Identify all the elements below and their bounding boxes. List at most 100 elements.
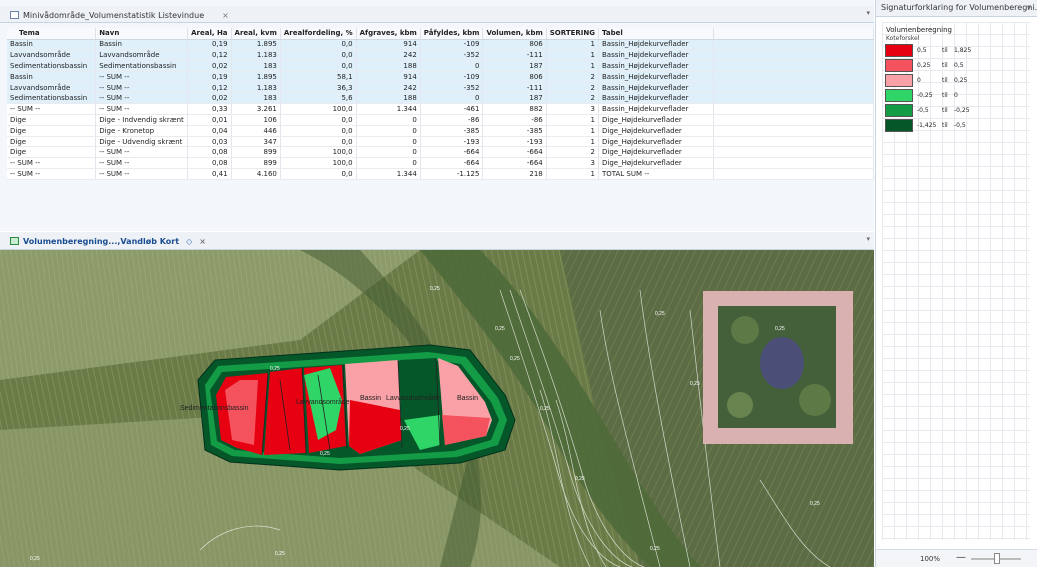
tab-map[interactable]: Volumenberegning...,Vandløb Kort ◇ × <box>4 234 212 248</box>
column-header-filler <box>713 28 875 40</box>
chevron-down-icon[interactable]: ▾ <box>866 235 870 243</box>
table-row[interactable]: Lavvandsområde Lavvandsområde 0,12 1.183 0,0… <box>7 49 875 62</box>
label-bassin-1: Bassin <box>360 395 381 402</box>
table-cell: 806 <box>482 39 547 51</box>
close-icon[interactable]: × <box>199 237 206 246</box>
column-header[interactable]: Afgraves, kbm <box>356 28 421 40</box>
table-row[interactable]: Lavvandsområde -- SUM -- 0,12 1.183 36,3 242-… <box>7 82 875 94</box>
table-cell: 4.160 <box>231 168 281 180</box>
table-cell: Bassin_Højdekurveflader <box>598 49 714 62</box>
column-header[interactable]: Påfyldes, kbm <box>420 28 484 40</box>
table-cell: 0 <box>420 60 484 72</box>
table-cell: -- SUM -- <box>95 168 189 180</box>
legend-to-value: 0,5 <box>954 62 964 69</box>
map-tab-title: Volumenberegning...,Vandløb Kort <box>23 236 180 246</box>
table-cell: 914 <box>356 71 421 83</box>
table-row[interactable]: Dige Dige - Udvendig skrænt 0,03 347 0,0 0 -19… <box>7 136 875 148</box>
statistics-table: Tema Navn Areal, Ha Areal, kvm Arealfordelin… <box>7 28 875 180</box>
table-cell: Bassin <box>7 39 97 51</box>
table-cell: -- SUM -- <box>95 71 189 83</box>
map-icon <box>10 237 19 245</box>
chevron-down-icon[interactable]: ▾ <box>1027 3 1031 12</box>
contour-label: 0,25 <box>650 546 660 552</box>
table-cell: -- SUM -- <box>95 157 189 170</box>
label-lavvandsomrade-1: Lavvandsområde <box>296 398 350 406</box>
table-row[interactable]: -- SUM -- -- SUM -- 0,33 3.261 100,0 1.344 -46… <box>7 103 875 116</box>
legend-item: -1,425 til -0,5 <box>885 119 1025 132</box>
table-cell: 882 <box>482 103 547 116</box>
table-row[interactable]: Bassin Bassin 0,19 1.895 0,0 914 -109 806 1 Bassi… <box>7 39 875 51</box>
column-header[interactable]: Areal, Ha <box>187 28 232 40</box>
zoom-slider-thumb[interactable] <box>994 553 1000 564</box>
table-cell-filler <box>713 39 875 51</box>
table-cell: -664 <box>420 157 484 170</box>
table-cell: 1.344 <box>356 168 421 180</box>
table-cell-filler <box>713 136 875 148</box>
table-cell: 1.183 <box>231 82 281 94</box>
table-cell: -385 <box>420 125 484 137</box>
table-cell: 0,02 <box>187 60 232 72</box>
table-cell: 1 <box>546 39 600 51</box>
table-cell: 183 <box>231 92 281 105</box>
table-row[interactable]: Sedimentationsbassin Sedimentationsbassin… <box>7 60 875 72</box>
table-cell: 242 <box>356 49 421 62</box>
map-canvas[interactable]: Sedimentationsbassin Lavvandsområde Bass… <box>0 250 874 567</box>
table-cell: Sedimentationsbassin <box>7 92 97 105</box>
legend-group-title: Volumenberegning <box>886 26 952 34</box>
table-cell: 183 <box>231 60 281 72</box>
zoom-out-button[interactable]: — <box>956 552 966 563</box>
table-row[interactable]: Sedimentationsbassin -- SUM -- 0,02 183 5,6 1… <box>7 92 875 105</box>
table-cell: 0,0 <box>280 125 357 137</box>
table-cell: 0 <box>420 92 484 105</box>
lavvand-red-a <box>264 368 306 455</box>
table-row[interactable]: Dige Dige - Indvendig skrænt 0,01 106 0,0 0 -8… <box>7 114 875 126</box>
table-cell: 0,12 <box>187 82 232 94</box>
table-row[interactable]: Bassin -- SUM -- 0,19 1.895 58,1 914 -109 806 2 B… <box>7 71 875 83</box>
table-row[interactable]: Dige Dige - Kronetop 0,04 446 0,0 0 -385 -385 1 D… <box>7 125 875 137</box>
table-cell-filler <box>713 168 875 180</box>
legend-title-bar[interactable]: Signaturforklaring for Volumenberegni...… <box>876 0 1037 17</box>
table-cell: Bassin_Højdekurveflader <box>598 82 714 94</box>
table-cell-filler <box>713 125 875 137</box>
legend-swatch <box>885 59 913 72</box>
table-cell-filler <box>713 114 875 126</box>
table-cell: Lavvandsområde <box>7 82 97 94</box>
legend-to-value: 0 <box>954 92 958 99</box>
table-cell: 242 <box>356 82 421 94</box>
table-cell: Lavvandsområde <box>95 49 189 62</box>
column-header[interactable]: SORTERING <box>546 28 600 40</box>
table-cell-filler <box>713 92 875 105</box>
close-icon[interactable]: × <box>222 11 229 20</box>
table-cell: Dige - Kronetop <box>95 125 189 137</box>
column-header[interactable]: Navn <box>95 28 189 40</box>
legend-from-value: -0,5 <box>917 107 929 114</box>
tab-volumenstatistik[interactable]: Minivådområde_Volumenstatistik Listevind… <box>4 8 235 22</box>
contour-label: 0,25 <box>775 326 785 332</box>
table-cell: -111 <box>482 49 547 62</box>
table-cell: Dige <box>7 146 97 159</box>
legend-to-value: 0,25 <box>954 77 968 84</box>
table-cell: 0,03 <box>187 136 232 148</box>
contour-label: 0,25 <box>495 326 505 332</box>
table-cell: -- SUM -- <box>7 168 97 180</box>
legend-swatch <box>885 119 913 132</box>
pin-icon[interactable]: ◇ <box>186 237 192 246</box>
table-cell: 446 <box>231 125 281 137</box>
table-tabbar: Minivådområde_Volumenstatistik Listevind… <box>0 6 874 23</box>
table-row[interactable]: -- SUM -- -- SUM -- 0,41 4.160 0,0 1.344 -1.12… <box>7 168 875 180</box>
column-header[interactable]: Arealfordeling, % <box>280 28 357 40</box>
column-header[interactable]: Tema <box>7 28 97 40</box>
zoom-bar: 100% — <box>876 549 1037 567</box>
legend-item: 0 til 0,25 <box>885 74 1025 87</box>
chevron-down-icon[interactable]: ▾ <box>866 9 870 17</box>
column-header[interactable]: Areal, kvm <box>231 28 281 40</box>
table-cell: 100,0 <box>280 146 357 159</box>
legend-from-value: 0,25 <box>917 62 931 69</box>
column-header[interactable]: Tabel <box>598 28 714 40</box>
table-cell: Dige_Højdekurveflader <box>598 114 714 126</box>
legend-title: Signaturforklaring for Volumenberegni... <box>881 3 1037 12</box>
label-lavvandsomrade-2: Lavvandsområde <box>386 394 440 402</box>
table-row[interactable]: Dige -- SUM -- 0,08 899 100,0 0 -664 -664 2 Dige_… <box>7 146 875 159</box>
table-row[interactable]: -- SUM -- -- SUM -- 0,08 899 100,0 0 -664 -664 3… <box>7 157 875 170</box>
column-header[interactable]: Volumen, kbm <box>482 28 547 40</box>
